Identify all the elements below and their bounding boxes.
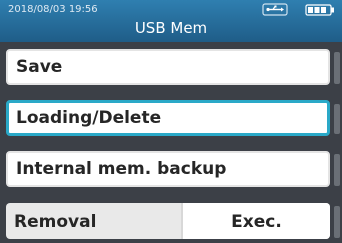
menu-item-label: Save bbox=[16, 57, 63, 77]
usb-icon bbox=[262, 3, 288, 16]
usb-mem-screen: 2018/08/03 19:56 USB Mem Save Loading/De… bbox=[0, 0, 342, 243]
datetime: 2018/08/03 19:56 bbox=[8, 4, 98, 15]
menu-item-internal-backup[interactable]: Internal mem. backup bbox=[6, 151, 330, 187]
menu-item-label: Loading/Delete bbox=[16, 108, 162, 128]
removal-label: Removal bbox=[14, 212, 97, 232]
exec-button[interactable]: Exec. bbox=[181, 203, 330, 239]
title-bar: 2018/08/03 19:56 USB Mem bbox=[0, 0, 342, 42]
item-edge bbox=[334, 206, 340, 238]
menu-item-label: Internal mem. backup bbox=[16, 159, 227, 179]
battery-icon bbox=[305, 4, 334, 16]
page-title: USB Mem bbox=[134, 19, 208, 37]
item-edge bbox=[334, 154, 340, 186]
menu-item-save[interactable]: Save bbox=[6, 49, 330, 85]
removal-row: Removal Exec. bbox=[6, 203, 330, 239]
exec-button-label: Exec. bbox=[231, 212, 282, 232]
menu-item-loading-delete[interactable]: Loading/Delete bbox=[6, 100, 330, 136]
item-edge bbox=[334, 104, 340, 134]
item-edge bbox=[334, 52, 340, 84]
